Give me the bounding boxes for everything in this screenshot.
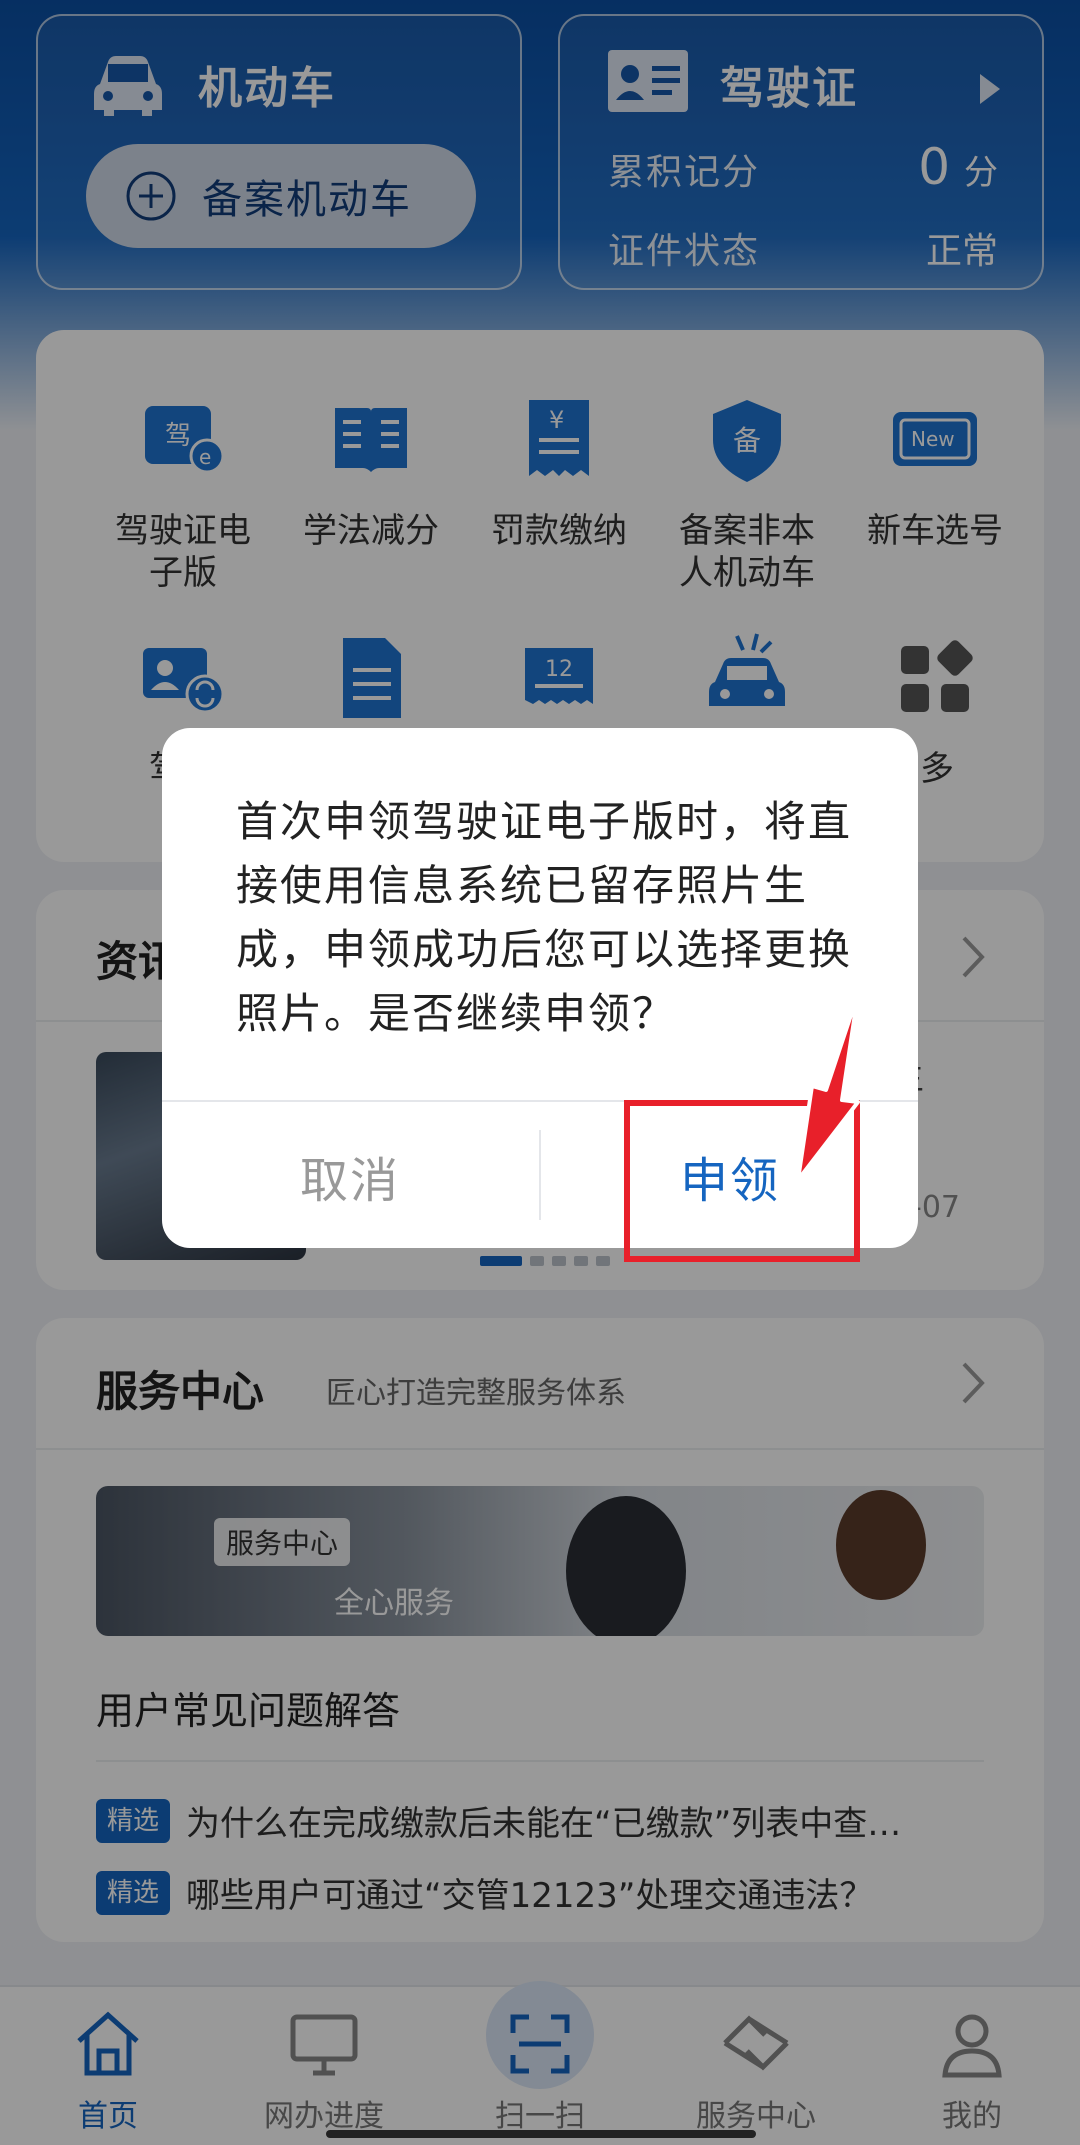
red-arrow-icon	[796, 992, 860, 1182]
dialog-button-divider	[539, 1130, 541, 1220]
dialog-message: 首次申领驾驶证电子版时，将直接使用信息系统已留存照片生成，申领成功后您可以选择更…	[236, 797, 853, 1038]
cancel-button[interactable]: 取消	[162, 1104, 538, 1248]
home-indicator	[326, 2130, 756, 2138]
